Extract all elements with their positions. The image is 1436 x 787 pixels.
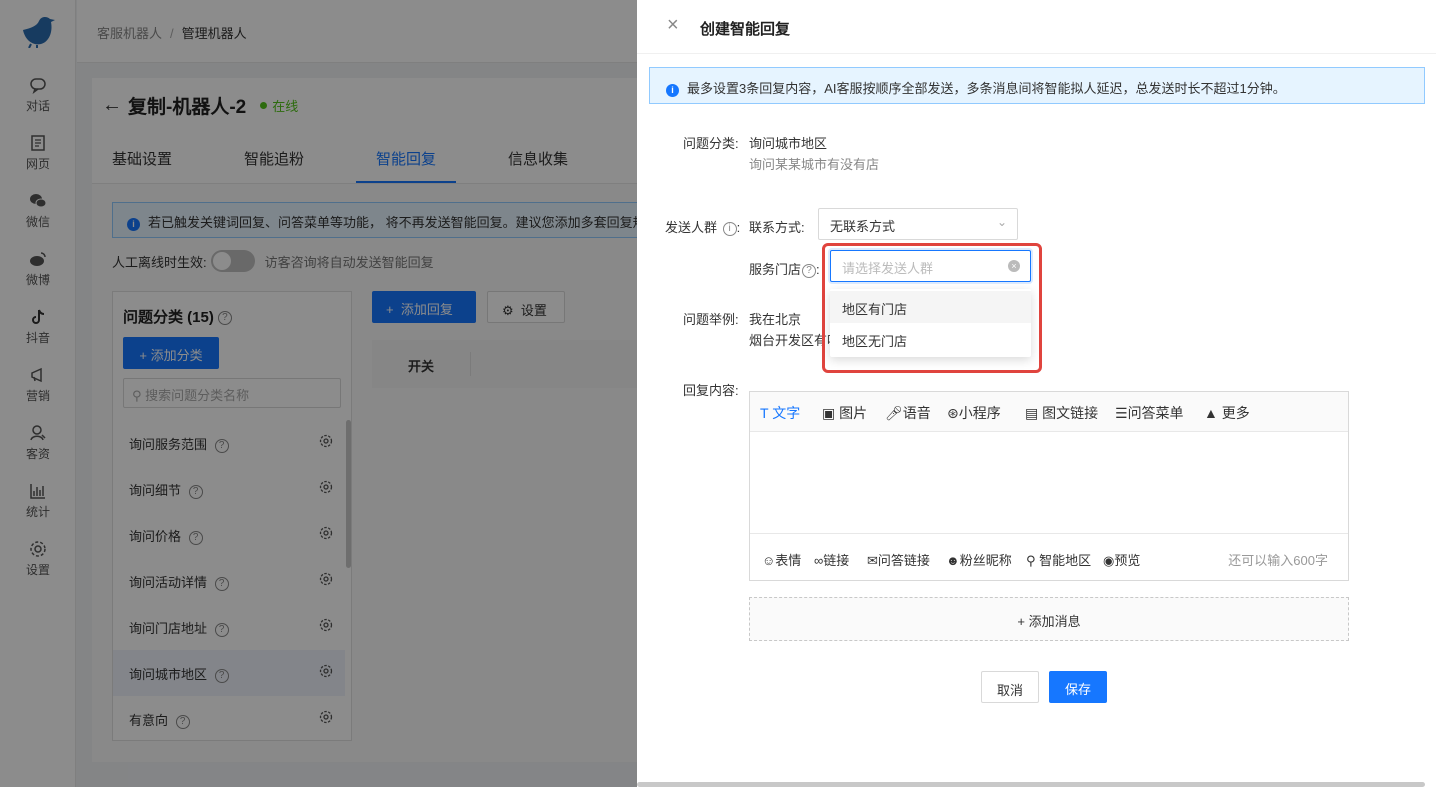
- location-pin-icon: ⚲: [1026, 553, 1036, 568]
- add-message-button[interactable]: + 添加消息: [749, 597, 1349, 641]
- tool-qa-menu[interactable]: ☰问答菜单: [1115, 403, 1184, 423]
- audience-label: 发送人群 i:: [665, 220, 741, 236]
- microphone-icon: 🎤︎: [885, 405, 903, 421]
- store-audience-select[interactable]: 请选择发送人群 ×: [830, 250, 1031, 282]
- tool-more[interactable]: ▲ 更多: [1204, 403, 1250, 423]
- tool-article-link[interactable]: ▤ 图文链接: [1025, 403, 1098, 423]
- store-dropdown: 地区有门店 地区无门店: [830, 289, 1031, 357]
- category-value: 询问城市地区: [749, 136, 828, 151]
- contact-label: 联系方式:: [749, 220, 805, 235]
- emoji-icon: ☺: [762, 553, 776, 568]
- reply-editor: T 文字 ▣ 图片 🎤︎语音 ⊛小程序 ▤ 图文链接 ☰问答菜单 ▲ 更多 ☺表…: [749, 391, 1349, 581]
- drawer-notice-text: 最多设置3条回复内容，AI客服按顺序全部发送，多条消息间将智能拟人延迟，总发送时…: [687, 81, 1286, 96]
- eye-icon: ◉: [1103, 553, 1115, 568]
- audience-label-text: 发送人群: [665, 220, 718, 235]
- drawer-title: 创建智能回复: [700, 21, 791, 38]
- image-icon: ▣: [822, 405, 836, 421]
- example-label: 问题举例:: [683, 312, 739, 327]
- contact-method-select[interactable]: 无联系方式 ⌄: [818, 208, 1018, 240]
- editor-textarea[interactable]: [750, 432, 1348, 534]
- store-label-text: 服务门店: [749, 262, 802, 277]
- tool-qa-menu-label: 问答菜单: [1127, 405, 1184, 421]
- tool-more-label: 更多: [1221, 405, 1250, 421]
- tool-image[interactable]: ▣ 图片: [822, 403, 867, 423]
- reply-content-label: 回复内容:: [683, 383, 739, 398]
- clear-icon[interactable]: ×: [1008, 260, 1020, 272]
- close-icon[interactable]: ×: [667, 14, 679, 37]
- link-label: 链接: [823, 553, 850, 568]
- category-label: 问题分类:: [683, 136, 739, 151]
- link-icon: ∞: [814, 553, 824, 568]
- store-label: 服务门店?:: [749, 262, 820, 278]
- tool-voice[interactable]: 🎤︎语音: [885, 403, 931, 423]
- tool-miniprogram-label: 小程序: [958, 405, 1001, 421]
- example-1: 我在北京: [749, 312, 802, 327]
- info-icon: i: [666, 84, 679, 97]
- list-icon: ☰: [1115, 405, 1128, 421]
- editor-footer: ☺表情 ∞链接 ✉问答链接 ☻粉丝昵称 ⚲ 智能地区 ◉预览 还可以输入600字: [750, 534, 1348, 580]
- miniprogram-icon: ⊛: [947, 405, 959, 421]
- fan-nickname-label: 粉丝昵称: [959, 553, 1012, 568]
- modal-mask[interactable]: [0, 0, 637, 787]
- cancel-button[interactable]: 取消: [981, 671, 1039, 703]
- create-reply-drawer: × 创建智能回复 i 最多设置3条回复内容，AI客服按顺序全部发送，多条消息间将智…: [637, 0, 1436, 787]
- tool-image-label: 图片: [839, 405, 868, 421]
- stamp-icon: ▲: [1204, 405, 1218, 421]
- help-icon[interactable]: ?: [802, 263, 817, 278]
- editor-toolbar: T 文字 ▣ 图片 🎤︎语音 ⊛小程序 ▤ 图文链接 ☰问答菜单 ▲ 更多: [750, 392, 1348, 432]
- char-count: 还可以输入600字: [1228, 553, 1328, 568]
- tool-miniprogram[interactable]: ⊛小程序: [947, 403, 1001, 423]
- info-circle-icon[interactable]: i: [722, 221, 737, 236]
- qa-link-label: 问答链接: [877, 553, 930, 568]
- qa-link-button[interactable]: ✉问答链接: [867, 550, 930, 569]
- contact-method-value: 无联系方式: [830, 219, 896, 234]
- dropdown-option[interactable]: 地区有门店: [830, 291, 1031, 323]
- emoji-label: 表情: [775, 553, 802, 568]
- user-icon: ☻: [946, 553, 960, 568]
- drawer-notice: i 最多设置3条回复内容，AI客服按顺序全部发送，多条消息间将智能拟人延迟，总发送…: [649, 67, 1425, 104]
- tool-voice-label: 语音: [902, 405, 931, 421]
- fan-nickname-button[interactable]: ☻粉丝昵称: [946, 550, 1012, 569]
- drawer-header: × 创建智能回复: [637, 0, 1436, 54]
- tool-text-label: 文字: [772, 405, 801, 421]
- smart-region-label: 智能地区: [1039, 553, 1092, 568]
- preview-label: 预览: [1114, 553, 1141, 568]
- qa-link-icon: ✉: [867, 553, 878, 568]
- tool-text[interactable]: T 文字: [760, 403, 800, 423]
- tool-article-label: 图文链接: [1042, 405, 1099, 421]
- store-placeholder: 请选择发送人群: [842, 261, 934, 276]
- category-subtitle: 询问某某城市有没有店: [749, 157, 880, 172]
- article-icon: ▤: [1025, 405, 1039, 421]
- emoji-button[interactable]: ☺表情: [762, 550, 801, 569]
- save-button[interactable]: 保存: [1049, 671, 1107, 703]
- link-button[interactable]: ∞链接: [814, 550, 849, 569]
- smart-region-button[interactable]: ⚲ 智能地区: [1026, 550, 1091, 569]
- text-icon: T: [760, 405, 769, 421]
- preview-button[interactable]: ◉预览: [1103, 550, 1140, 569]
- dropdown-option[interactable]: 地区无门店: [830, 323, 1031, 355]
- horizontal-scrollbar[interactable]: [637, 782, 1425, 787]
- chevron-down-icon: ⌄: [996, 215, 1007, 229]
